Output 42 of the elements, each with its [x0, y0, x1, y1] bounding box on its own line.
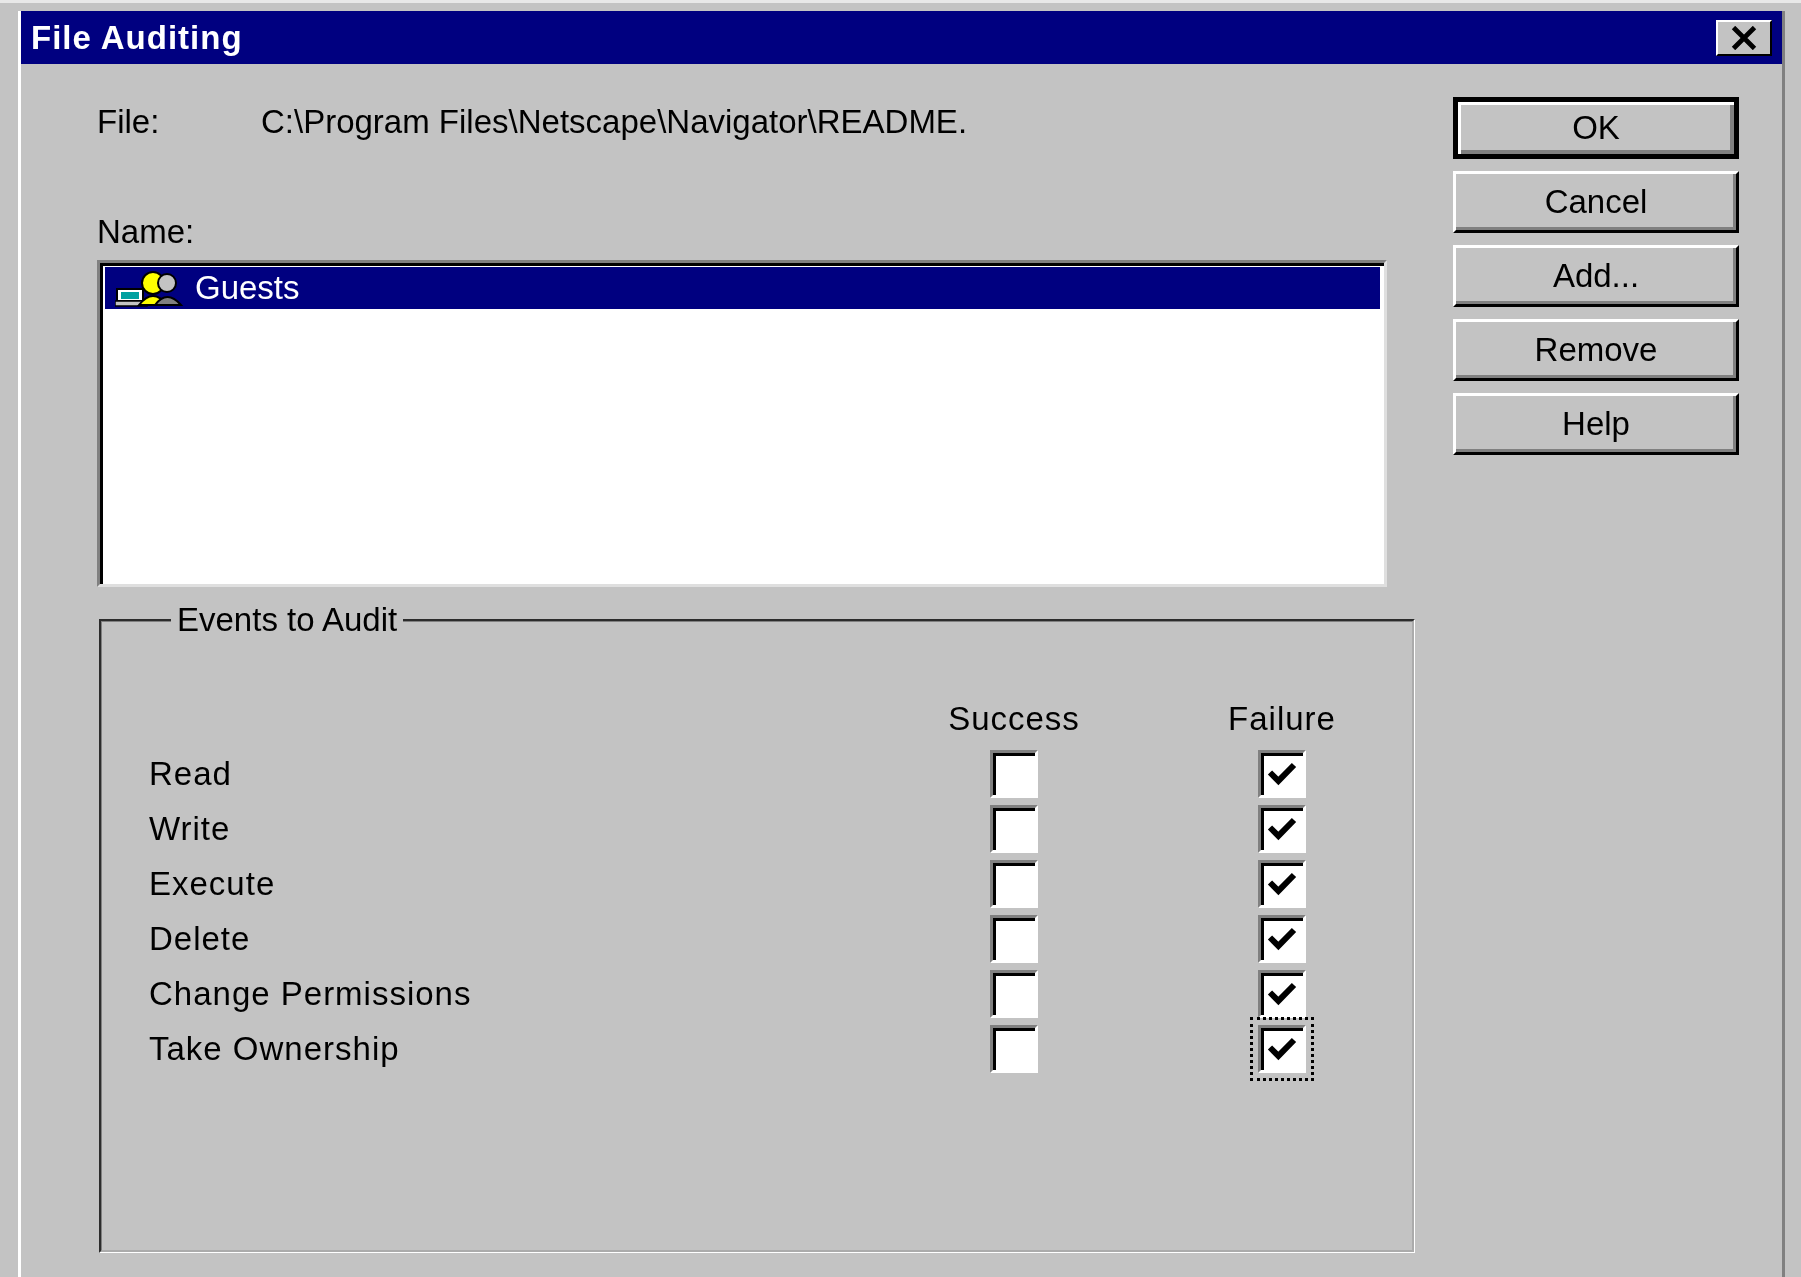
check-icon: [1267, 871, 1297, 896]
event-label: Take Ownership: [149, 1029, 401, 1068]
group-title: Events to Audit: [176, 601, 399, 639]
check-icon: [1267, 816, 1297, 841]
checkbox[interactable]: [1258, 749, 1306, 798]
column-header: Failure: [1227, 699, 1337, 738]
name-list[interactable]: Guests: [97, 260, 1387, 587]
event-label: Write: [149, 809, 232, 848]
checkbox[interactable]: [1258, 969, 1306, 1018]
dialog-button[interactable]: Help: [1453, 393, 1739, 455]
close-icon: [1729, 25, 1759, 50]
check-icon: [1267, 1036, 1297, 1061]
user-group-icon: [115, 269, 185, 307]
checkbox[interactable]: [990, 749, 1038, 798]
event-label: Read: [149, 754, 233, 793]
file-path: C:\Program Files\Netscape\Navigator\README.: [261, 103, 968, 141]
checkbox[interactable]: [1258, 859, 1306, 908]
dialog-button[interactable]: Remove: [1453, 319, 1739, 381]
event-label: Change Permissions: [149, 974, 473, 1013]
event-label: Delete: [149, 919, 252, 958]
checkbox[interactable]: [1258, 804, 1306, 853]
list-item[interactable]: Guests: [105, 267, 1380, 309]
check-icon: [1267, 761, 1297, 786]
checkbox[interactable]: [990, 1024, 1038, 1073]
column-header: Success: [947, 699, 1081, 738]
check-icon: [1267, 981, 1297, 1006]
close-button[interactable]: [1716, 19, 1772, 56]
checkbox[interactable]: [990, 914, 1038, 963]
file-label: File:: [97, 103, 161, 141]
event-label: Execute: [149, 864, 277, 903]
name-label: Name:: [97, 213, 195, 251]
check-icon: [1267, 926, 1297, 951]
dialog-button[interactable]: Add...: [1453, 245, 1739, 307]
checkbox[interactable]: [1258, 1024, 1306, 1073]
dialog-button[interactable]: OK: [1453, 97, 1739, 159]
window-title: File Auditing: [31, 18, 243, 57]
checkbox[interactable]: [990, 969, 1038, 1018]
checkbox[interactable]: [1258, 914, 1306, 963]
dialog-button[interactable]: Cancel: [1453, 171, 1739, 233]
checkbox[interactable]: [990, 859, 1038, 908]
list-item-text: Guests: [195, 269, 300, 307]
checkbox[interactable]: [990, 804, 1038, 853]
